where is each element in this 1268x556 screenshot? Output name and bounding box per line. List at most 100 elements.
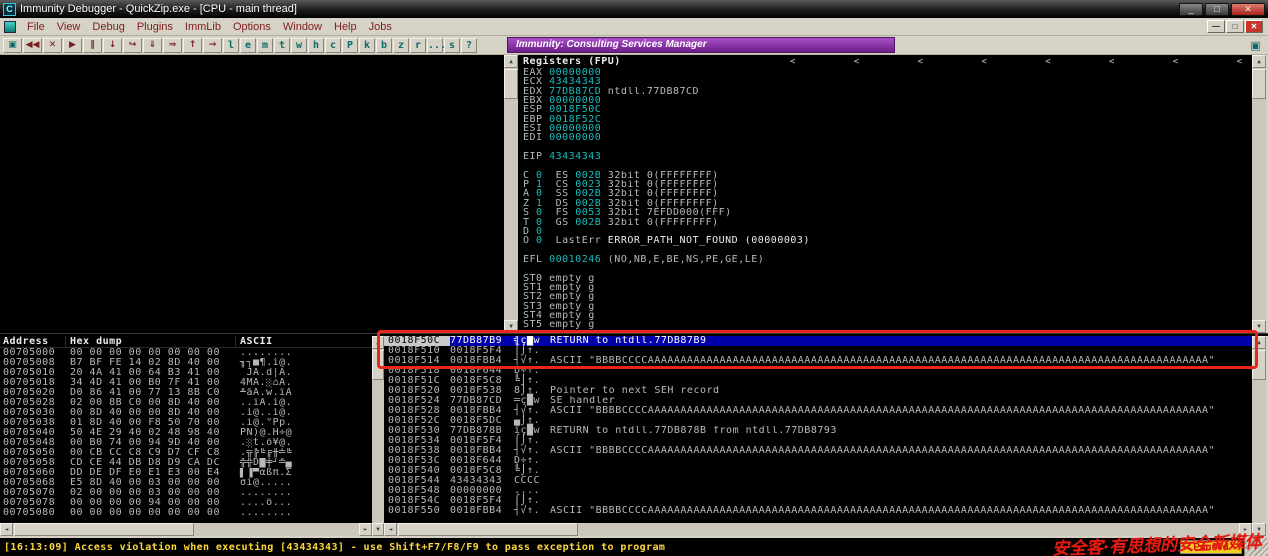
menu-item-plugins[interactable]: Plugins xyxy=(131,19,179,35)
open-file-icon[interactable]: ▣ xyxy=(3,38,22,53)
mdi-restore-button[interactable]: □ xyxy=(1226,20,1244,33)
register-text: ST0 empty g xyxy=(523,274,595,283)
scroll-thumb[interactable] xyxy=(398,523,578,536)
toolbar-letter-w[interactable]: w xyxy=(291,38,307,53)
immunity-chat-icon[interactable]: ▣ xyxy=(1248,38,1263,53)
close-program-icon[interactable]: ✕ xyxy=(43,38,62,53)
toolbar-letter-?[interactable]: ? xyxy=(461,38,477,53)
scroll-track[interactable] xyxy=(1252,349,1266,523)
header-arrow-icon[interactable]: < xyxy=(1237,58,1242,67)
stack-comment xyxy=(550,456,1252,466)
toolbar-letter-e[interactable]: e xyxy=(240,38,256,53)
scroll-down-icon[interactable]: ▼ xyxy=(1252,320,1266,333)
maximize-button[interactable]: □ xyxy=(1205,3,1229,16)
scroll-right-icon[interactable]: ► xyxy=(359,523,372,536)
menu-item-window[interactable]: Window xyxy=(277,19,328,35)
titlebar[interactable]: C Immunity Debugger - QuickZip.exe - [CP… xyxy=(0,0,1268,18)
hexdump-hscrollbar[interactable]: ◄ ► xyxy=(0,523,372,536)
stack-row[interactable]: 0018F5500018FBB4┤√↑.ASCII "BBBBCCCCAAAAA… xyxy=(384,506,1252,516)
scroll-left-icon[interactable]: ◄ xyxy=(0,523,13,536)
hexdump-pane[interactable]: Address Hex dump ASCII 0070500000 00 00 … xyxy=(0,336,372,536)
scroll-down-icon[interactable]: ▼ xyxy=(372,523,384,536)
stack-value: 0018FBB4 xyxy=(450,506,514,516)
scroll-thumb[interactable] xyxy=(504,69,518,99)
close-button[interactable]: ✕ xyxy=(1231,3,1265,16)
disassembly-pane[interactable] xyxy=(0,55,504,333)
toolbar-letter-c[interactable]: c xyxy=(325,38,341,53)
stack-pane[interactable]: 0018F50C77DB87B9╣ç█wRETURN to ntdll.77DB… xyxy=(384,336,1252,536)
stack-comment xyxy=(550,466,1252,476)
register-line: C 0 ES 002B 32bit 0(FFFFFFFF) xyxy=(523,171,1252,180)
scroll-thumb[interactable] xyxy=(1252,350,1266,380)
goto-icon[interactable]: → xyxy=(203,38,222,53)
menu-item-help[interactable]: Help xyxy=(328,19,363,35)
scroll-up-icon[interactable]: ▲ xyxy=(1252,336,1266,349)
header-arrow-icon[interactable]: < xyxy=(981,58,986,67)
header-arrow-icon[interactable]: < xyxy=(790,58,795,67)
toolbar-letter-z[interactable]: z xyxy=(393,38,409,53)
mdi-close-button[interactable]: ✕ xyxy=(1245,20,1263,33)
minimize-button[interactable]: _ xyxy=(1179,3,1203,16)
run-icon[interactable]: ▶ xyxy=(63,38,82,53)
scroll-track[interactable] xyxy=(372,349,384,523)
disassembly-vscrollbar[interactable]: ▲ ▼ xyxy=(504,55,518,333)
registers-pane[interactable]: Registers (FPU) <<<<<<<< EAX 00000000ECX… xyxy=(518,55,1252,333)
toolbar-letter-h[interactable]: h xyxy=(308,38,324,53)
scroll-up-icon[interactable]: ▲ xyxy=(1252,55,1266,68)
pause-icon[interactable]: ‖ xyxy=(83,38,102,53)
stack-comment: ASCII "BBBBCCCCAAAAAAAAAAAAAAAAAAAAAAAAA… xyxy=(550,406,1252,416)
scroll-track[interactable] xyxy=(504,68,518,320)
menu-item-options[interactable]: Options xyxy=(227,19,277,35)
step-into-icon[interactable]: ↓ xyxy=(103,38,122,53)
execute-till-return-icon[interactable]: ↑ xyxy=(183,38,202,53)
toolbar-icons: ▣◀◀✕▶‖↓↪⇓⇒↑→ xyxy=(3,38,223,53)
toolbar-letter-r[interactable]: r xyxy=(410,38,426,53)
register-text: 00000000 xyxy=(549,96,601,105)
stack-vscrollbar[interactable]: ▲ ▼ xyxy=(1252,336,1266,536)
scroll-up-icon[interactable]: ▲ xyxy=(504,55,518,68)
register-text: 00010246 xyxy=(549,255,601,264)
scroll-track[interactable] xyxy=(397,523,1239,536)
scroll-thumb[interactable] xyxy=(372,350,384,380)
menu-item-view[interactable]: View xyxy=(51,19,87,35)
stack-hscrollbar[interactable]: ◄ ► xyxy=(384,523,1252,536)
header-arrow-icon[interactable]: < xyxy=(854,58,859,67)
step-over-icon[interactable]: ↪ xyxy=(123,38,142,53)
restart-icon[interactable]: ◀◀ xyxy=(23,38,42,53)
scroll-track[interactable] xyxy=(13,523,359,536)
animate-into-icon[interactable]: ⇓ xyxy=(143,38,162,53)
scroll-up-icon[interactable]: ▲ xyxy=(372,336,384,349)
scroll-left-icon[interactable]: ◄ xyxy=(384,523,397,536)
scroll-down-icon[interactable]: ▼ xyxy=(504,320,518,333)
menu-item-debug[interactable]: Debug xyxy=(86,19,130,35)
hexdump-row[interactable]: 0070508000 00 00 00 00 00 00 00........ xyxy=(0,508,372,518)
toolbar-letter-s[interactable]: s xyxy=(444,38,460,53)
header-arrow-icon[interactable]: < xyxy=(1109,58,1114,67)
menu-item-file[interactable]: File xyxy=(21,19,51,35)
toolbar-letter-dotsdotsdots[interactable]: ... xyxy=(427,38,443,53)
header-arrow-icon[interactable]: < xyxy=(918,58,923,67)
scroll-right-icon[interactable]: ► xyxy=(1239,523,1252,536)
registers-vscrollbar[interactable]: ▲ ▼ xyxy=(1252,55,1266,333)
toolbar-letter-k[interactable]: k xyxy=(359,38,375,53)
toolbar-letter-P[interactable]: P xyxy=(342,38,358,53)
hexdump-vscrollbar[interactable]: ▲ ▼ xyxy=(372,336,384,536)
app-icon: C xyxy=(3,3,16,16)
mdi-minimize-button[interactable]: — xyxy=(1207,20,1225,33)
toolbar-letter-m[interactable]: m xyxy=(257,38,273,53)
menu-item-immlib[interactable]: ImmLib xyxy=(179,19,227,35)
scroll-thumb[interactable] xyxy=(14,523,194,536)
scroll-track[interactable] xyxy=(1252,68,1266,320)
registers-lines: EAX 00000000ECX 43434343EDX 77DB87CD ntd… xyxy=(523,68,1252,333)
scroll-down-icon[interactable]: ▼ xyxy=(1252,523,1266,536)
resize-grip[interactable] xyxy=(1244,538,1268,556)
header-arrow-icon[interactable]: < xyxy=(1173,58,1178,67)
animate-over-icon[interactable]: ⇒ xyxy=(163,38,182,53)
menu-item-jobs[interactable]: Jobs xyxy=(363,19,398,35)
toolbar-letter-b[interactable]: b xyxy=(376,38,392,53)
header-arrow-icon[interactable]: < xyxy=(1045,58,1050,67)
toolbar-letter-t[interactable]: t xyxy=(274,38,290,53)
scroll-thumb[interactable] xyxy=(1252,69,1266,99)
register-line: ST1 empty g xyxy=(523,283,1252,292)
toolbar-letter-l[interactable]: l xyxy=(223,38,239,53)
